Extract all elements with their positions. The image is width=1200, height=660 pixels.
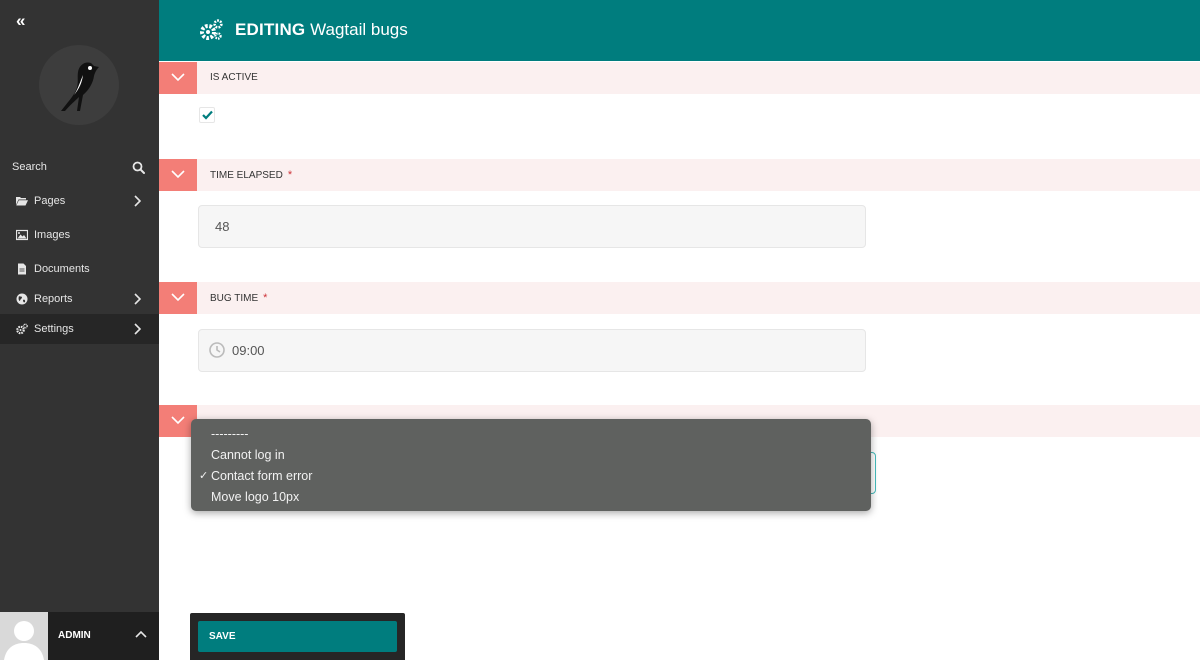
sidebar-item-images[interactable]: Images	[0, 220, 159, 250]
section-collapse-toggle[interactable]	[159, 282, 197, 314]
sidebar-item-label: Images	[34, 229, 71, 241]
chevron-right-icon	[134, 293, 141, 305]
section-time-elapsed: TIME ELAPSED *	[159, 159, 1200, 191]
sidebar-item-label: Reports	[34, 293, 73, 305]
sidebar-item-documents[interactable]: Documents	[0, 254, 159, 284]
folder-open-icon	[16, 197, 28, 206]
dropdown-option-label: Cannot log in	[211, 448, 285, 462]
chevron-down-icon	[171, 416, 185, 425]
chevron-down-icon	[171, 293, 185, 302]
save-button[interactable]: SAVE	[198, 621, 397, 652]
clock-icon	[209, 342, 225, 358]
field-label-bug-time: BUG TIME *	[210, 292, 267, 304]
chevron-down-icon	[171, 73, 185, 82]
cogs-icon	[200, 19, 223, 40]
account-menu[interactable]: ADMIN	[0, 612, 159, 660]
sidebar: « Search Pages Images Documents Reports …	[0, 0, 159, 660]
cogs-icon	[16, 323, 28, 335]
time-elapsed-input[interactable]: 48	[198, 205, 866, 248]
chevron-right-icon	[134, 195, 141, 207]
sidebar-item-settings[interactable]: Settings	[0, 314, 159, 344]
dropdown-option-label: Move logo 10px	[211, 490, 300, 504]
bugs-dropdown-menu: --------- Cannot log in ✓ Contact form e…	[191, 419, 871, 511]
field-label-text: BUG TIME	[210, 293, 259, 304]
wagtail-bird-icon	[61, 62, 99, 111]
avatar	[0, 612, 48, 660]
dropdown-option-label: ---------	[211, 427, 249, 441]
dropdown-option-label: Contact form error	[211, 469, 313, 483]
chevron-down-icon	[171, 170, 185, 179]
sidebar-item-pages[interactable]: Pages	[0, 186, 159, 216]
account-name: ADMIN	[58, 630, 91, 641]
sidebar-menu: Pages Images Documents Reports Settings	[0, 186, 159, 344]
selected-check-icon: ✓	[199, 470, 209, 482]
dropdown-option[interactable]: Move logo 10px	[191, 487, 871, 508]
sidebar-item-label: Settings	[34, 323, 74, 335]
chevron-right-icon	[134, 323, 141, 335]
field-label-text: TIME ELAPSED	[210, 170, 283, 181]
image-icon	[16, 229, 28, 241]
globe-icon	[16, 293, 28, 305]
collapse-sidebar-button[interactable]: «	[16, 12, 26, 30]
section-collapse-toggle[interactable]	[159, 159, 197, 191]
page-title: EDITING Wagtail bugs	[235, 20, 408, 40]
search-label: Search	[12, 161, 47, 173]
action-footer: SAVE	[190, 613, 405, 660]
dropdown-option[interactable]: Cannot log in	[191, 445, 871, 466]
sidebar-item-label: Pages	[34, 195, 66, 207]
checkmark-icon	[202, 110, 213, 120]
is-active-checkbox[interactable]	[199, 107, 215, 123]
document-icon	[18, 263, 26, 275]
search-icon[interactable]	[132, 161, 145, 174]
chevron-up-icon	[135, 630, 147, 638]
field-label-is-active: IS ACTIVE	[210, 72, 258, 83]
default-avatar-icon	[4, 621, 44, 660]
page-title-action: EDITING	[235, 20, 306, 39]
page-header: EDITING Wagtail bugs	[159, 0, 1200, 61]
page-title-name: Wagtail bugs	[310, 20, 408, 39]
required-marker: *	[287, 169, 293, 181]
sidebar-item-label: Documents	[34, 263, 90, 275]
wagtail-logo[interactable]	[39, 45, 119, 125]
dropdown-option[interactable]: ---------	[191, 424, 871, 445]
bug-time-input[interactable]: 09:00	[198, 329, 866, 372]
dropdown-option-selected[interactable]: ✓ Contact form error	[191, 466, 871, 487]
required-marker: *	[263, 292, 268, 304]
sidebar-item-reports[interactable]: Reports	[0, 284, 159, 314]
sidebar-search[interactable]: Search	[0, 154, 159, 182]
section-collapse-toggle[interactable]	[159, 62, 197, 94]
section-bug-time: BUG TIME *	[159, 282, 1200, 314]
field-label-time-elapsed: TIME ELAPSED *	[210, 169, 292, 181]
section-is-active: IS ACTIVE	[159, 62, 1200, 94]
